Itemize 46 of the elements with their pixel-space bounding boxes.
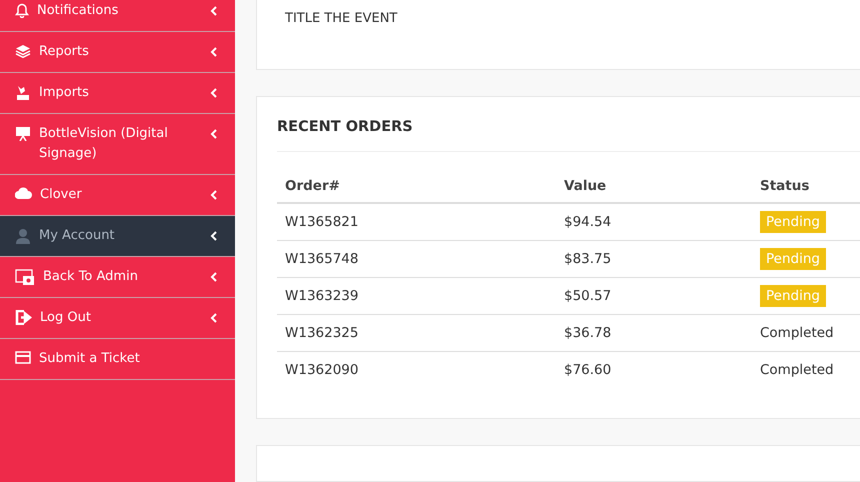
column-header: Status — [752, 170, 860, 203]
sidebar-item[interactable]: My Account — [0, 216, 235, 257]
sidebar-item[interactable]: Reports — [0, 32, 235, 73]
table-cell: W1362325 — [277, 314, 556, 352]
import-icon — [15, 85, 31, 101]
layers-icon — [15, 44, 31, 58]
table-cell: $76.60 — [556, 352, 752, 388]
table-cell: W1362090 — [277, 352, 556, 388]
logout-icon — [15, 310, 32, 325]
column-header: Order# — [277, 170, 556, 203]
sidebar-label: Reports — [39, 43, 89, 61]
sidebar-label: Log Out — [40, 309, 91, 327]
table-cell: $50.57 — [556, 278, 752, 314]
bell-icon — [15, 3, 29, 18]
status-badge: Pending — [760, 248, 826, 270]
status-badge: Pending — [760, 211, 826, 233]
status-text: Completed — [760, 362, 834, 378]
table-cell: $94.54 — [556, 203, 752, 240]
column-header: Value — [556, 170, 752, 203]
sidebar-label: Clover — [40, 186, 82, 204]
table-cell: W1365821 — [277, 203, 556, 240]
credit-card-icon — [15, 351, 31, 364]
table-cell: $36.78 — [556, 314, 752, 352]
window-icon — [15, 269, 35, 286]
table-cell: $83.75 — [556, 240, 752, 278]
cloud-icon — [15, 187, 32, 199]
event-title: TITLE THE EVENT — [285, 11, 398, 26]
table-cell: W1365748 — [277, 240, 556, 278]
sidebar-item[interactable]: BottleVision (Digital Signage) — [0, 114, 235, 175]
sidebar-item[interactable]: Back To Admin — [0, 257, 235, 298]
sidebar-label: BottleVision (Digital Signage) — [39, 125, 169, 163]
monitor-icon — [15, 126, 31, 141]
sidebar-label: Imports — [39, 84, 89, 102]
card-title: RECENT ORDERS — [277, 119, 860, 152]
table-cell: W1363239 — [277, 278, 556, 314]
sidebar-item[interactable]: Notifications — [0, 0, 235, 32]
sidebar-item[interactable]: Log Out — [0, 298, 235, 339]
status-badge: Pending — [760, 285, 826, 307]
sidebar-label: Notifications — [37, 2, 118, 20]
sidebar-item[interactable]: Submit a Ticket — [0, 339, 235, 380]
user-icon — [15, 228, 31, 244]
sidebar-item[interactable]: Imports — [0, 73, 235, 114]
sidebar-label: Back To Admin — [43, 268, 138, 286]
status-text: Completed — [760, 325, 834, 341]
sidebar-label: My Account — [39, 227, 115, 245]
sidebar-label: Submit a Ticket — [39, 350, 140, 368]
